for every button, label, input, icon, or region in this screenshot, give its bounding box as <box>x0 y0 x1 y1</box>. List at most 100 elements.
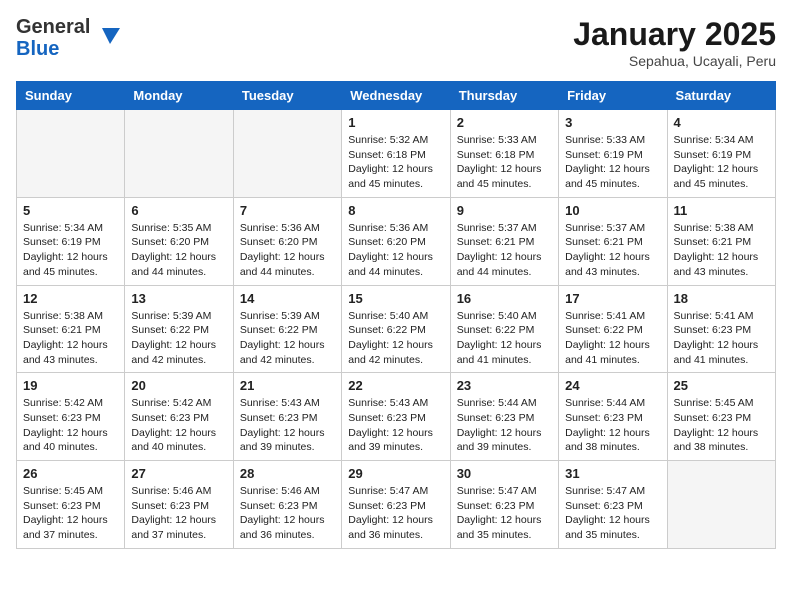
logo: General Blue <box>16 16 120 60</box>
day-number: 4 <box>674 115 769 130</box>
calendar-cell: 21Sunrise: 5:43 AM Sunset: 6:23 PM Dayli… <box>233 373 341 461</box>
day-number: 1 <box>348 115 443 130</box>
calendar-cell: 9Sunrise: 5:37 AM Sunset: 6:21 PM Daylig… <box>450 197 558 285</box>
calendar-cell: 16 Sunrise: 5:40 AM Sunset: 6:22 PM Dayli… <box>450 285 558 373</box>
title-block: January 2025 Sepahua, Ucayali, Peru <box>573 16 776 69</box>
day-number: 20 <box>131 378 226 393</box>
calendar-cell: 4 Sunrise: 5:34 AM Sunset: 6:19 PM Daylig… <box>667 110 775 198</box>
calendar-cell: 31 Sunrise: 5:47 AM Sunset: 6:23 PM Dayli… <box>559 461 667 549</box>
day-info: Sunrise: 5:41 AM Sunset: 6:23 PM Dayligh… <box>674 309 769 368</box>
day-info: Sunrise: 5:39 AM Sunset: 6:22 PM Dayligh… <box>240 309 335 368</box>
calendar-cell: 15 Sunrise: 5:40 AM Sunset: 6:22 PM Dayli… <box>342 285 450 373</box>
day-number: 9 <box>457 203 552 218</box>
month-title: January 2025 <box>573 16 776 53</box>
calendar-week-row: 26Sunrise: 5:45 AM Sunset: 6:23 PM Dayli… <box>17 461 776 549</box>
calendar-cell: 8 Sunrise: 5:36 AM Sunset: 6:20 PM Daylig… <box>342 197 450 285</box>
calendar-cell: 13Sunrise: 5:39 AM Sunset: 6:22 PM Dayli… <box>125 285 233 373</box>
day-number: 12 <box>23 291 118 306</box>
calendar-week-row: 19 Sunrise: 5:42 AM Sunset: 6:23 PM Dayli… <box>17 373 776 461</box>
day-info: Sunrise: 5:40 AM Sunset: 6:22 PM Dayligh… <box>457 309 552 368</box>
day-number: 8 <box>348 203 443 218</box>
logo-general: General <box>16 16 90 38</box>
day-number: 18 <box>674 291 769 306</box>
day-info: Sunrise: 5:47 AM Sunset: 6:23 PM Dayligh… <box>348 484 443 543</box>
day-number: 31 <box>565 466 660 481</box>
day-info: Sunrise: 5:47 AM Sunset: 6:23 PM Dayligh… <box>565 484 660 543</box>
day-number: 2 <box>457 115 552 130</box>
calendar-cell: 1Sunrise: 5:32 AM Sunset: 6:18 PM Daylig… <box>342 110 450 198</box>
day-number: 30 <box>457 466 552 481</box>
calendar-cell: 24 Sunrise: 5:44 AM Sunset: 6:23 PM Dayli… <box>559 373 667 461</box>
calendar-cell: 5 Sunrise: 5:34 AM Sunset: 6:19 PM Daylig… <box>17 197 125 285</box>
day-info: Sunrise: 5:44 AM Sunset: 6:23 PM Dayligh… <box>565 396 660 455</box>
day-info: Sunrise: 5:41 AM Sunset: 6:22 PM Dayligh… <box>565 309 660 368</box>
location-subtitle: Sepahua, Ucayali, Peru <box>573 53 776 69</box>
day-info: Sunrise: 5:44 AM Sunset: 6:23 PM Dayligh… <box>457 396 552 455</box>
day-number: 22 <box>348 378 443 393</box>
calendar-cell <box>233 110 341 198</box>
day-info: Sunrise: 5:43 AM Sunset: 6:23 PM Dayligh… <box>348 396 443 455</box>
calendar-cell <box>17 110 125 198</box>
calendar-day-header: Friday <box>559 82 667 110</box>
day-info: Sunrise: 5:42 AM Sunset: 6:23 PM Dayligh… <box>23 396 118 455</box>
calendar-cell: 3 Sunrise: 5:33 AM Sunset: 6:19 PM Daylig… <box>559 110 667 198</box>
calendar-cell <box>125 110 233 198</box>
calendar-day-header: Tuesday <box>233 82 341 110</box>
day-info: Sunrise: 5:45 AM Sunset: 6:23 PM Dayligh… <box>674 396 769 455</box>
day-info: Sunrise: 5:45 AM Sunset: 6:23 PM Dayligh… <box>23 484 118 543</box>
calendar-day-header: Wednesday <box>342 82 450 110</box>
calendar-day-header: Sunday <box>17 82 125 110</box>
day-info: Sunrise: 5:37 AM Sunset: 6:21 PM Dayligh… <box>565 221 660 280</box>
day-info: Sunrise: 5:47 AM Sunset: 6:23 PM Dayligh… <box>457 484 552 543</box>
calendar-day-header: Monday <box>125 82 233 110</box>
day-number: 28 <box>240 466 335 481</box>
day-number: 7 <box>240 203 335 218</box>
logo-blue: Blue <box>16 38 90 60</box>
calendar-cell: 10 Sunrise: 5:37 AM Sunset: 6:21 PM Dayli… <box>559 197 667 285</box>
calendar-cell: 7 Sunrise: 5:36 AM Sunset: 6:20 PM Daylig… <box>233 197 341 285</box>
day-info: Sunrise: 5:46 AM Sunset: 6:23 PM Dayligh… <box>240 484 335 543</box>
day-number: 23 <box>457 378 552 393</box>
day-info: Sunrise: 5:33 AM Sunset: 6:18 PM Dayligh… <box>457 133 552 192</box>
day-number: 5 <box>23 203 118 218</box>
day-info: Sunrise: 5:39 AM Sunset: 6:22 PM Dayligh… <box>131 309 226 368</box>
calendar-cell: 12Sunrise: 5:38 AM Sunset: 6:21 PM Dayli… <box>17 285 125 373</box>
calendar-day-header: Thursday <box>450 82 558 110</box>
calendar-cell: 20 Sunrise: 5:42 AM Sunset: 6:23 PM Dayli… <box>125 373 233 461</box>
calendar-header-row: SundayMondayTuesdayWednesdayThursdayFrid… <box>17 82 776 110</box>
calendar-cell: 14 Sunrise: 5:39 AM Sunset: 6:22 PM Dayli… <box>233 285 341 373</box>
day-number: 11 <box>674 203 769 218</box>
calendar-week-row: 5 Sunrise: 5:34 AM Sunset: 6:19 PM Daylig… <box>17 197 776 285</box>
day-info: Sunrise: 5:42 AM Sunset: 6:23 PM Dayligh… <box>131 396 226 455</box>
day-number: 14 <box>240 291 335 306</box>
calendar-cell: 19 Sunrise: 5:42 AM Sunset: 6:23 PM Dayli… <box>17 373 125 461</box>
day-info: Sunrise: 5:34 AM Sunset: 6:19 PM Dayligh… <box>674 133 769 192</box>
logo-icon <box>92 24 120 52</box>
day-number: 21 <box>240 378 335 393</box>
day-number: 6 <box>131 203 226 218</box>
day-info: Sunrise: 5:36 AM Sunset: 6:20 PM Dayligh… <box>240 221 335 280</box>
day-info: Sunrise: 5:38 AM Sunset: 6:21 PM Dayligh… <box>674 221 769 280</box>
day-number: 10 <box>565 203 660 218</box>
day-number: 17 <box>565 291 660 306</box>
calendar-cell: 30 Sunrise: 5:47 AM Sunset: 6:23 PM Dayli… <box>450 461 558 549</box>
day-number: 27 <box>131 466 226 481</box>
day-info: Sunrise: 5:46 AM Sunset: 6:23 PM Dayligh… <box>131 484 226 543</box>
day-info: Sunrise: 5:36 AM Sunset: 6:20 PM Dayligh… <box>348 221 443 280</box>
day-info: Sunrise: 5:33 AM Sunset: 6:19 PM Dayligh… <box>565 133 660 192</box>
calendar-cell: 22 Sunrise: 5:43 AM Sunset: 6:23 PM Dayli… <box>342 373 450 461</box>
calendar-table: SundayMondayTuesdayWednesdayThursdayFrid… <box>16 81 776 549</box>
day-number: 16 <box>457 291 552 306</box>
calendar-cell: 26Sunrise: 5:45 AM Sunset: 6:23 PM Dayli… <box>17 461 125 549</box>
day-number: 3 <box>565 115 660 130</box>
day-info: Sunrise: 5:40 AM Sunset: 6:22 PM Dayligh… <box>348 309 443 368</box>
day-info: Sunrise: 5:34 AM Sunset: 6:19 PM Dayligh… <box>23 221 118 280</box>
page-header: General Blue January 2025 Sepahua, Ucaya… <box>16 16 776 69</box>
calendar-week-row: 1Sunrise: 5:32 AM Sunset: 6:18 PM Daylig… <box>17 110 776 198</box>
day-number: 24 <box>565 378 660 393</box>
day-number: 15 <box>348 291 443 306</box>
calendar-cell: 2 Sunrise: 5:33 AM Sunset: 6:18 PM Daylig… <box>450 110 558 198</box>
calendar-cell: 17 Sunrise: 5:41 AM Sunset: 6:22 PM Dayli… <box>559 285 667 373</box>
day-number: 19 <box>23 378 118 393</box>
calendar-cell: 27 Sunrise: 5:46 AM Sunset: 6:23 PM Dayli… <box>125 461 233 549</box>
